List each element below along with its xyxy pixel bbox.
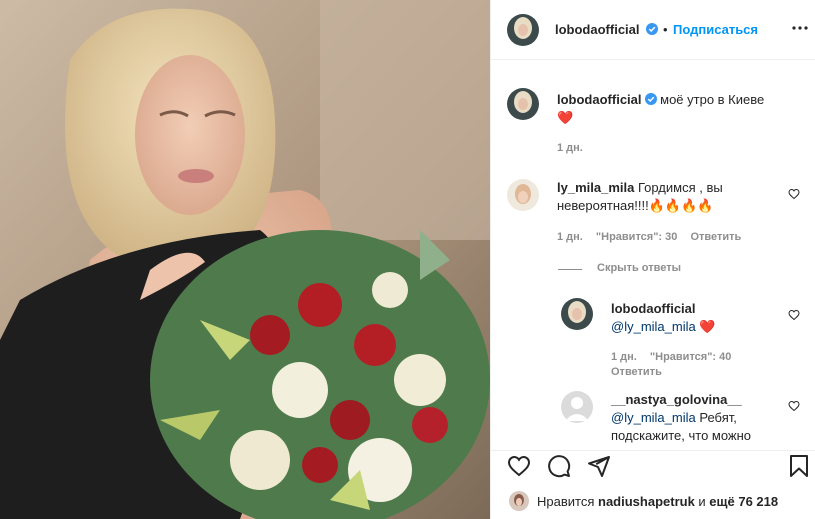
verified-icon xyxy=(644,93,657,105)
caption-time[interactable]: 1 дн. xyxy=(557,142,583,154)
caption-username[interactable]: lobodaofficial xyxy=(557,92,642,107)
reply2-avatar[interactable] xyxy=(561,391,593,423)
liker-avatar[interactable] xyxy=(509,491,529,511)
comment-time[interactable]: 1 дн. xyxy=(557,231,583,243)
comment-username[interactable]: ly_mila_mila xyxy=(557,180,634,195)
caption-avatar[interactable] xyxy=(507,88,539,120)
comment-likes[interactable]: "Нравится": 30 xyxy=(596,231,677,243)
reply2-like-heart-icon[interactable] xyxy=(788,400,800,412)
reply-avatar[interactable] xyxy=(561,298,593,330)
caption-meta: 1 дн. xyxy=(557,142,593,154)
reply-time[interactable]: 1 дн. xyxy=(611,351,637,363)
reply-reply-wrap: Ответить xyxy=(611,366,672,378)
share-icon[interactable] xyxy=(587,454,611,478)
reply-text: lobodaofficial @ly_mila_mila ❤️ xyxy=(611,300,791,336)
bookmark-icon[interactable] xyxy=(787,454,811,478)
more-icon[interactable] xyxy=(790,18,810,38)
reply-meta: 1 дн. "Нравится": 40 xyxy=(611,351,741,363)
hide-replies-button[interactable]: Скрыть ответы xyxy=(597,262,681,274)
author-name-wrap: lobodaofficial xyxy=(555,22,659,37)
comment-meta: 1 дн. "Нравится": 30 Ответить xyxy=(557,231,751,243)
reply-username[interactable]: lobodaofficial xyxy=(611,301,696,316)
reply2-text: __nastya_golovina__ @ly_mila_mila Ребят,… xyxy=(611,391,791,445)
comment-icon[interactable] xyxy=(547,454,571,478)
liked-by-username[interactable]: nadiushapetruk xyxy=(598,494,695,509)
comment-like-heart-icon[interactable] xyxy=(788,188,800,200)
likes-summary: Нравится nadiushapetruk и ещё 76 218 xyxy=(509,491,778,511)
caption-body: моё утро в Киеве xyxy=(660,92,765,107)
post-photo[interactable] xyxy=(0,0,490,519)
comment-text: ly_mila_mila Гордимся , вы невероятная!!… xyxy=(557,179,777,215)
comments-list[interactable]: lobodaofficial моё утро в Киеве ❤️ 1 дн.… xyxy=(491,61,815,450)
likes-count[interactable]: и ещё 76 218 xyxy=(698,494,778,509)
verified-icon xyxy=(646,23,659,35)
likes-prefix: Нравится xyxy=(537,493,595,509)
comment-reply-button[interactable]: Ответить xyxy=(690,231,741,243)
reply-like-heart-icon[interactable] xyxy=(788,309,800,321)
caption-emoji: ❤️ xyxy=(557,110,574,125)
comment-avatar[interactable] xyxy=(507,179,539,211)
caption-text: lobodaofficial моё утро в Киеве ❤️ xyxy=(557,91,802,127)
post-image xyxy=(0,0,490,519)
author-username[interactable]: lobodaofficial xyxy=(555,22,640,37)
reply2-body-cont: подскажите, что можно xyxy=(611,428,752,443)
post-header: lobodaofficial • Подписаться xyxy=(491,0,815,60)
post-actions: Нравится nadiushapetruk и ещё 76 218 xyxy=(491,450,815,519)
reply2-body: Ребят, xyxy=(699,410,737,425)
reply-emoji: ❤️ xyxy=(699,319,716,334)
reply-mention[interactable]: @ly_mila_mila xyxy=(611,319,696,334)
heart-icon[interactable] xyxy=(507,454,531,478)
reply2-mention[interactable]: @ly_mila_mila xyxy=(611,410,696,425)
separator-dot: • xyxy=(663,22,668,37)
follow-button[interactable]: Подписаться xyxy=(673,22,758,37)
replies-divider xyxy=(558,269,582,270)
reply-reply-button[interactable]: Ответить xyxy=(611,366,662,378)
reply2-username[interactable]: __nastya_golovina__ xyxy=(611,392,742,407)
author-avatar[interactable] xyxy=(507,14,539,46)
reply-likes[interactable]: "Нравится": 40 xyxy=(650,351,731,363)
post-side-panel: lobodaofficial • Подписаться lobodaoffic… xyxy=(490,0,815,519)
